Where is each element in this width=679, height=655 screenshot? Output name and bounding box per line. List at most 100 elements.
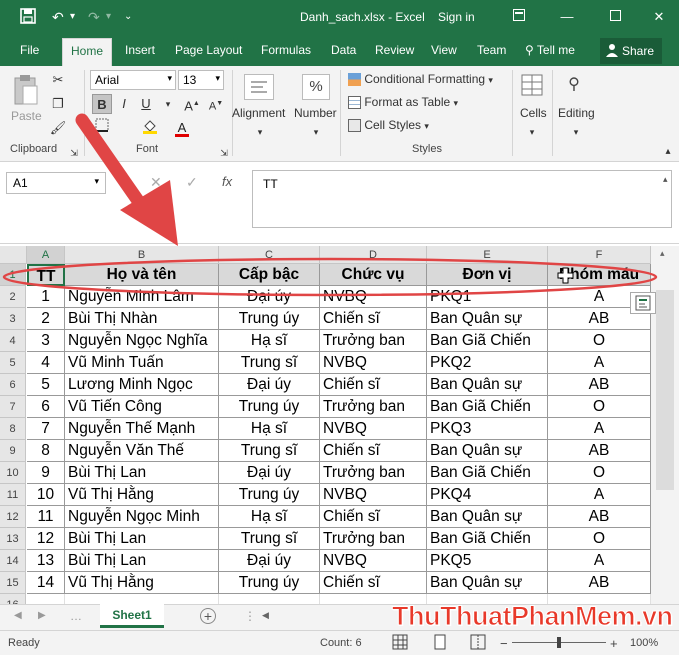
table-cell-unit[interactable]: PKQ3	[427, 418, 548, 440]
editing-button[interactable]: Editing	[558, 106, 595, 120]
tab-home[interactable]: Home	[62, 38, 113, 66]
zoom-level[interactable]: 100%	[630, 637, 658, 649]
table-cell-role[interactable]: Chiến sĩ	[320, 374, 427, 396]
maximize-icon[interactable]	[604, 6, 626, 28]
table-cell-unit[interactable]: PKQ4	[427, 484, 548, 506]
close-icon[interactable]: ✕	[648, 6, 670, 28]
row-header-16[interactable]: 16	[0, 594, 26, 604]
tab-formulas[interactable]: Formulas	[261, 43, 311, 57]
paste-button[interactable]: Paste	[11, 109, 42, 123]
row-header-13[interactable]: 13	[0, 528, 26, 550]
number-button[interactable]: Number	[294, 106, 337, 120]
table-cell-rank[interactable]: Hạ sĩ	[219, 506, 320, 528]
normal-view-icon[interactable]	[392, 634, 408, 653]
quick-analysis-icon[interactable]	[630, 292, 656, 314]
row-header-15[interactable]: 15	[0, 572, 26, 594]
header-cell-unit[interactable]: Đơn vị	[427, 264, 548, 286]
undo-icon[interactable]: ↶	[52, 8, 64, 26]
font-color-icon[interactable]: A	[172, 118, 192, 138]
table-cell-name[interactable]: Nguyễn Minh Lâm	[65, 286, 219, 308]
underline-button[interactable]: U	[136, 94, 156, 114]
table-cell-role[interactable]: Chiến sĩ	[320, 572, 427, 594]
zoom-in-icon[interactable]: +	[610, 636, 618, 651]
expand-formula-icon[interactable]: ▴	[663, 174, 668, 185]
table-cell-unit[interactable]: Ban Giã Chiến	[427, 528, 548, 550]
table-cell-blood[interactable]: AB	[548, 506, 651, 528]
table-cell-role[interactable]: Trưởng ban	[320, 528, 427, 550]
table-cell-tt[interactable]: 5	[27, 374, 65, 396]
row-header-6[interactable]: 6	[0, 374, 26, 396]
paste-icon[interactable]	[10, 74, 40, 110]
table-cell-name[interactable]: Nguyễn Ngọc Minh	[65, 506, 219, 528]
table-cell-tt[interactable]: 12	[27, 528, 65, 550]
table-cell-role[interactable]: Trưởng ban	[320, 462, 427, 484]
tell-me-search[interactable]: ⚲ Tell me	[525, 43, 575, 57]
tab-view[interactable]: View	[431, 43, 457, 57]
table-cell-blood[interactable]: O	[548, 330, 651, 352]
row-header-2[interactable]: 2	[0, 286, 26, 308]
cancel-icon[interactable]: ✕	[150, 174, 162, 191]
conditional-formatting-button[interactable]: Conditional Formatting ▾	[348, 72, 493, 87]
table-cell-name[interactable]: Vũ Tiến Công	[65, 396, 219, 418]
table-cell-tt[interactable]: 11	[27, 506, 65, 528]
scroll-thumb[interactable]	[656, 290, 674, 490]
table-cell-blood[interactable]: AB	[548, 572, 651, 594]
previous-sheet-icon[interactable]: ◀	[14, 610, 22, 621]
sign-in-link[interactable]: Sign in	[438, 10, 475, 24]
sheet-tab-sheet1[interactable]: Sheet1	[100, 604, 164, 628]
formula-input[interactable]: TT	[252, 170, 672, 228]
format-painter-icon[interactable]: 🖌	[48, 118, 68, 138]
share-button[interactable]: Share	[600, 38, 662, 64]
table-cell-tt[interactable]: 1	[27, 286, 65, 308]
add-sheet-icon[interactable]: +	[200, 608, 216, 624]
table-cell-tt[interactable]: 14	[27, 572, 65, 594]
font-name-combo[interactable]: Arial ▾	[90, 70, 176, 90]
table-cell-tt[interactable]: 7	[27, 418, 65, 440]
tab-team[interactable]: Team	[477, 43, 506, 57]
fill-color-icon[interactable]	[140, 118, 160, 138]
table-cell-name[interactable]: Vũ Thị Hằng	[65, 572, 219, 594]
table-cell-name[interactable]: Lương Minh Ngọc	[65, 374, 219, 396]
header-cell-name[interactable]: Họ và tên	[65, 264, 219, 286]
table-cell-rank[interactable]: Trung sĩ	[219, 352, 320, 374]
name-box[interactable]: A1 ▾	[6, 172, 106, 194]
table-cell-rank[interactable]: Đại úy	[219, 286, 320, 308]
tab-review[interactable]: Review	[375, 43, 414, 57]
table-cell-unit[interactable]: Ban Giã Chiến	[427, 462, 548, 484]
table-cell-unit[interactable]: PKQ2	[427, 352, 548, 374]
redo-dropdown-icon[interactable]: ▾	[106, 8, 111, 26]
page-layout-view-icon[interactable]	[432, 634, 448, 653]
table-cell-role[interactable]: Chiến sĩ	[320, 308, 427, 330]
table-cell-unit[interactable]: Ban Quân sự	[427, 506, 548, 528]
header-cell-tt[interactable]: TT	[27, 264, 65, 286]
table-cell-blood[interactable]: A	[548, 352, 651, 374]
borders-icon[interactable]	[92, 118, 112, 138]
table-cell-name[interactable]: Nguyễn Văn Thế	[65, 440, 219, 462]
select-all-corner[interactable]	[0, 246, 27, 264]
table-cell-role[interactable]: Chiến sĩ	[320, 440, 427, 462]
table-cell-role[interactable]: NVBQ	[320, 484, 427, 506]
table-cell-unit[interactable]: Ban Giã Chiến	[427, 330, 548, 352]
table-cell-unit[interactable]: Ban Quân sự	[427, 308, 548, 330]
table-cell-role[interactable]: Trưởng ban	[320, 330, 427, 352]
table-cell-blood[interactable]: O	[548, 462, 651, 484]
row-header-11[interactable]: 11	[0, 484, 26, 506]
row-header-1[interactable]: 1	[0, 264, 26, 286]
header-cell-blood[interactable]: Nhóm máu	[548, 264, 651, 286]
table-cell-rank[interactable]: Hạ sĩ	[219, 330, 320, 352]
table-cell-name[interactable]: Nguyễn Thế Mạnh	[65, 418, 219, 440]
table-cell-rank[interactable]: Đại úy	[219, 374, 320, 396]
table-cell-tt[interactable]: 9	[27, 462, 65, 484]
row-header-9[interactable]: 9	[0, 440, 26, 462]
table-cell-rank[interactable]: Đại úy	[219, 462, 320, 484]
table-cell-tt[interactable]: 8	[27, 440, 65, 462]
row-header-3[interactable]: 3	[0, 308, 26, 330]
table-cell-role[interactable]: NVBQ	[320, 418, 427, 440]
copy-icon[interactable]: ❐	[48, 94, 68, 114]
empty-cell[interactable]	[27, 594, 65, 604]
scroll-left-icon[interactable]: ◀	[262, 610, 269, 621]
percent-icon[interactable]: %	[302, 74, 330, 100]
table-cell-role[interactable]: NVBQ	[320, 352, 427, 374]
column-header-a[interactable]: A	[27, 246, 65, 264]
bold-button[interactable]: B	[92, 94, 112, 114]
